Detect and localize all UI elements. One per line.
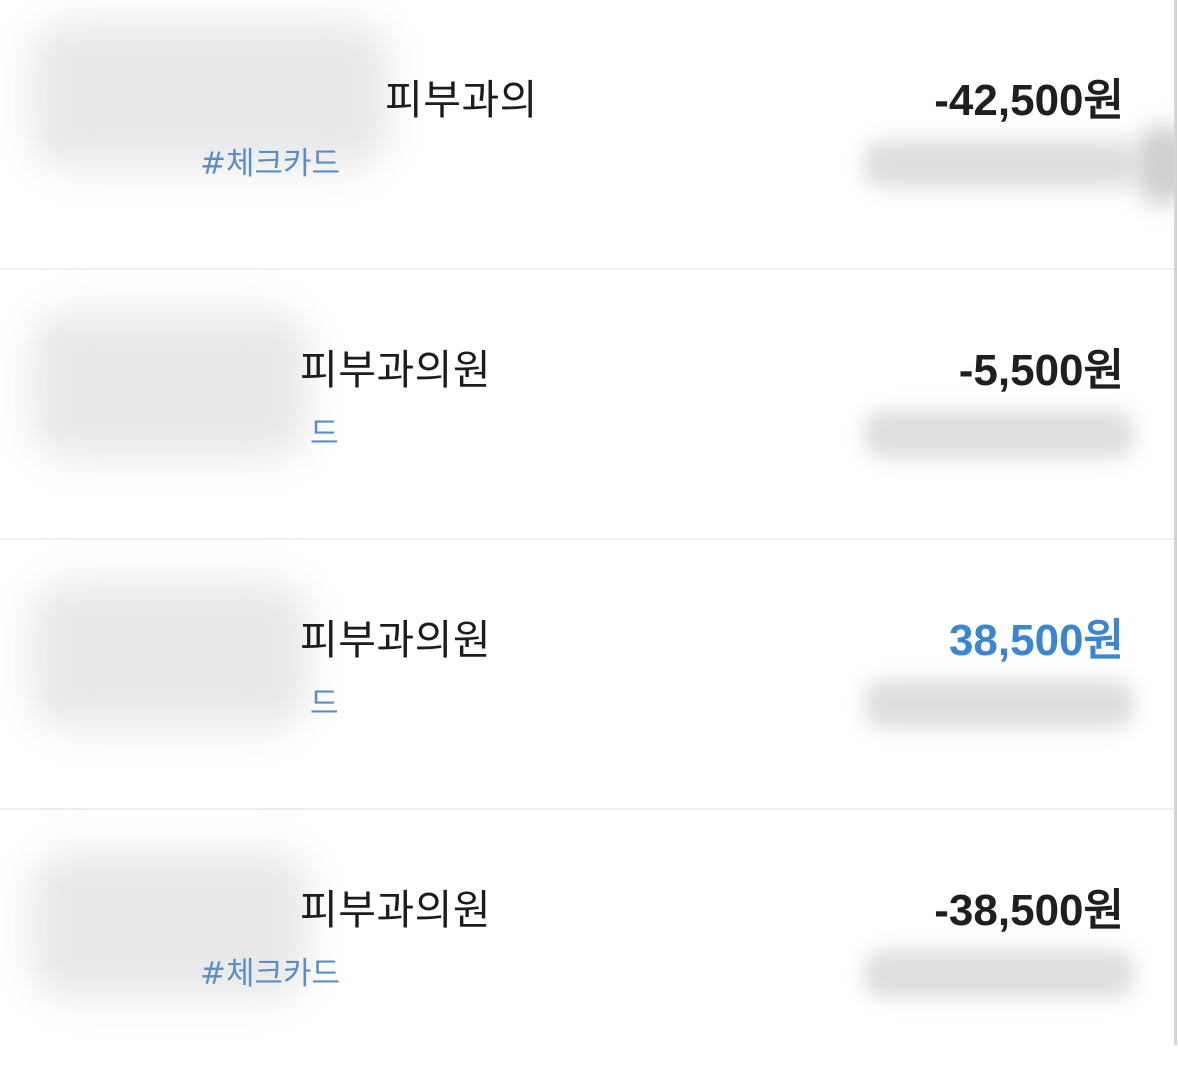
redacted-balance-blur	[864, 410, 1134, 458]
redacted-edge-blur	[1134, 125, 1174, 205]
transaction-row[interactable]: 피부과의 #체크카드 -42,500원	[0, 0, 1174, 270]
transaction-row[interactable]: 피부과의원 #체크카드 -38,500원	[0, 810, 1174, 1078]
merchant-name: 피부과의원	[300, 616, 492, 664]
transaction-amount: -38,500원	[934, 886, 1124, 935]
transaction-amount: 38,500원	[948, 616, 1124, 665]
merchant-name: 피부과의	[385, 76, 538, 124]
payment-method-tag[interactable]: #체크카드	[200, 948, 340, 993]
merchant-name: 피부과의원	[300, 886, 492, 934]
redacted-avatar-blur	[30, 310, 310, 460]
payment-method-tag[interactable]: 드	[310, 678, 339, 723]
redacted-balance-blur	[864, 680, 1134, 728]
transaction-amount: -5,500원	[958, 346, 1124, 395]
transaction-list: 피부과의 #체크카드 -42,500원 피부과의원 드 -5,500원 피부과의…	[0, 0, 1177, 1045]
transaction-amount: -42,500원	[934, 76, 1124, 125]
redacted-avatar-blur	[30, 580, 310, 730]
redacted-balance-blur	[864, 950, 1134, 998]
transaction-row[interactable]: 피부과의원 드 -5,500원	[0, 270, 1174, 540]
redacted-balance-blur	[864, 140, 1134, 188]
payment-method-tag[interactable]: #체크카드	[200, 138, 340, 183]
transaction-row[interactable]: 피부과의원 드 38,500원	[0, 540, 1174, 810]
merchant-name: 피부과의원	[300, 346, 492, 394]
payment-method-tag[interactable]: 드	[310, 408, 339, 453]
